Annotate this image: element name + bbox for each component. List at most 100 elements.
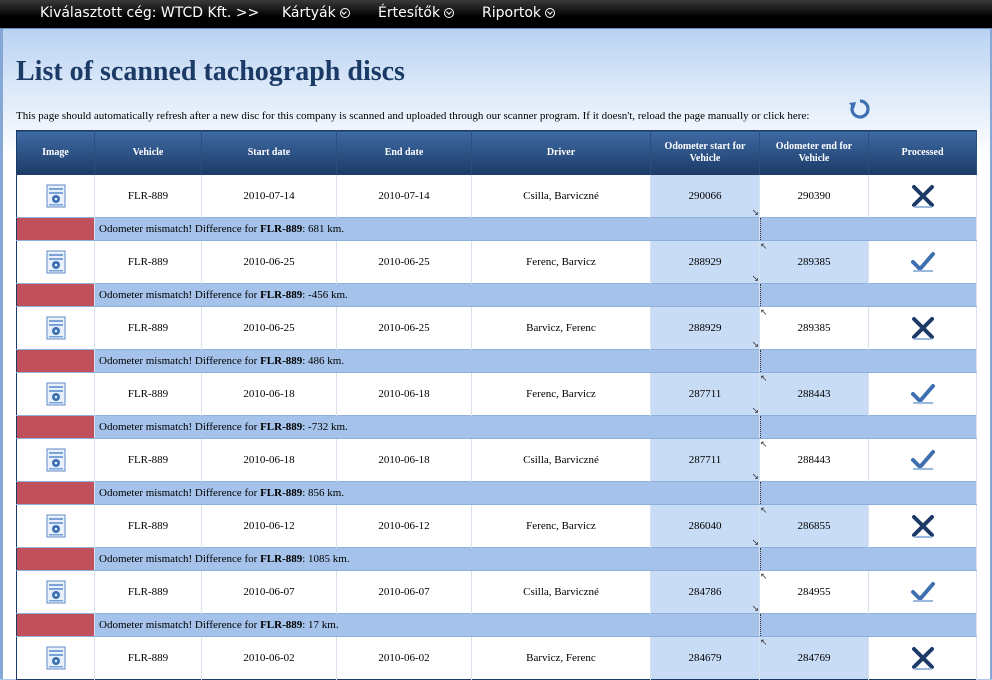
warning-link-cell: [759, 349, 977, 373]
cell-end-date: 2010-07-14: [336, 175, 472, 218]
warning-prefix: Odometer mismatch! Difference for: [99, 223, 261, 235]
warning-link-cell: [759, 547, 977, 571]
discs-table: Image Vehicle Start date End date Driver…: [16, 130, 977, 680]
disc-image-icon[interactable]: [46, 514, 66, 538]
cell-start-date: 2010-06-25: [201, 306, 337, 350]
warning-link-cell: [759, 613, 977, 637]
warning-row: Odometer mismatch! Difference for FLR-88…: [16, 217, 977, 241]
disc-image-icon[interactable]: [46, 580, 66, 604]
cell-start-date: 2010-06-07: [201, 570, 337, 614]
cell-image: [16, 504, 95, 548]
warning-suffix: : 17 km.: [302, 619, 339, 631]
odometer-link-line: [760, 350, 761, 372]
warning-link-cell: [759, 217, 977, 241]
nav-notifications-label: Értesítők: [378, 5, 441, 21]
odometer-link-line: [760, 284, 761, 306]
warning-message: Odometer mismatch! Difference for FLR-88…: [94, 349, 760, 373]
nav-company-selector[interactable]: Kiválasztott cég: WTCD Kft. >>: [40, 0, 259, 28]
table-row: FLR-889 2010-06-18 2010-06-18 Ferenc, Barvi…: [16, 372, 977, 416]
cell-image: [16, 438, 95, 482]
warning-flag: [16, 217, 95, 241]
arrow-down-icon: ↘: [751, 273, 759, 283]
warning-flag: [16, 349, 95, 373]
warning-row: Odometer mismatch! Difference for FLR-88…: [16, 349, 977, 373]
cell-processed: [868, 240, 977, 284]
cell-processed: [868, 306, 977, 350]
refresh-icon[interactable]: [848, 97, 872, 121]
nav-reports-menu[interactable]: Riportok: [482, 0, 555, 28]
cell-vehicle: FLR-889: [94, 504, 202, 548]
warning-suffix: : 681 km.: [302, 223, 345, 235]
arrow-down-icon: ↘: [751, 471, 759, 481]
warning-message: Odometer mismatch! Difference for FLR-88…: [94, 415, 760, 439]
warning-row: Odometer mismatch! Difference for FLR-88…: [16, 481, 977, 505]
warning-vehicle: FLR-889: [260, 289, 303, 301]
odometer-end-value: 288443: [797, 388, 831, 400]
cell-start-date: 2010-06-12: [201, 504, 337, 548]
header-start-date[interactable]: Start date: [201, 130, 337, 175]
warning-link-cell: [759, 415, 977, 439]
table-row: FLR-889 2010-06-25 2010-06-25 Ferenc, Barvi…: [16, 240, 977, 284]
header-odometer-end[interactable]: Odometer end for Vehicle: [759, 130, 869, 175]
disc-image-icon[interactable]: [46, 316, 66, 340]
nav-notifications-menu[interactable]: Értesítők: [378, 0, 455, 28]
arrow-down-icon: ↘: [751, 603, 759, 613]
odometer-start-value: 287711: [688, 454, 722, 466]
header-driver[interactable]: Driver: [471, 130, 651, 175]
arrow-down-icon: ↘: [751, 207, 759, 217]
odometer-end-value: 289385: [797, 322, 831, 334]
odometer-end-value: 288443: [797, 454, 831, 466]
header-processed[interactable]: Processed: [868, 130, 977, 175]
cell-vehicle: FLR-889: [94, 438, 202, 482]
checkmark-icon[interactable]: [910, 579, 936, 605]
cross-icon[interactable]: [910, 513, 936, 539]
cell-start-date: 2010-06-02: [201, 636, 337, 680]
cell-driver: Ferenc, Barvicz: [471, 504, 651, 548]
header-vehicle[interactable]: Vehicle: [94, 130, 202, 175]
warning-flag: [16, 283, 95, 307]
header-end-date[interactable]: End date: [336, 130, 472, 175]
odometer-start-value: 284786: [688, 586, 722, 598]
cell-driver: Barvicz, Ferenc: [471, 636, 651, 680]
odometer-link-line: [760, 548, 761, 570]
warning-flag: [16, 415, 95, 439]
odometer-end-value: 289385: [797, 256, 831, 268]
warning-vehicle: FLR-889: [260, 355, 303, 367]
cell-driver: Csilla, Barviczné: [471, 438, 651, 482]
disc-image-icon[interactable]: [46, 448, 66, 472]
left-border: [0, 29, 3, 679]
cell-start-date: 2010-06-18: [201, 372, 337, 416]
arrow-up-icon: ↖: [760, 241, 768, 251]
checkmark-icon[interactable]: [910, 249, 936, 275]
table-row: FLR-889 2010-06-02 2010-06-02 Barvicz, Fere…: [16, 636, 977, 680]
cell-driver: Csilla, Barviczné: [471, 175, 651, 218]
header-odometer-start[interactable]: Odometer start for Vehicle: [650, 130, 760, 175]
cross-icon[interactable]: [910, 315, 936, 341]
odometer-link-line: [760, 218, 761, 240]
checkmark-icon[interactable]: [910, 381, 936, 407]
odometer-start-value: 288929: [688, 256, 722, 268]
checkmark-icon[interactable]: [910, 447, 936, 473]
odometer-end-value: 284769: [797, 652, 831, 664]
arrow-up-icon: ↖: [760, 505, 768, 515]
disc-image-icon[interactable]: [46, 646, 66, 670]
disc-image-icon[interactable]: [46, 250, 66, 274]
cell-odometer-start: 288929 ↘: [650, 240, 760, 284]
odometer-start-value: 286040: [688, 520, 722, 532]
disc-image-icon[interactable]: [46, 184, 66, 208]
cell-odometer-start: 284786 ↘: [650, 570, 760, 614]
odometer-start-value: 290066: [688, 190, 722, 202]
warning-prefix: Odometer mismatch! Difference for: [99, 487, 261, 499]
cross-icon[interactable]: [910, 645, 936, 671]
arrow-down-icon: ↘: [751, 405, 759, 415]
cell-end-date: 2010-06-12: [336, 504, 472, 548]
cell-odometer-end: 284769 ↖: [759, 636, 869, 680]
warning-row: Odometer mismatch! Difference for FLR-88…: [16, 547, 977, 571]
cross-icon[interactable]: [910, 183, 936, 209]
nav-cards-menu[interactable]: Kártyák: [282, 0, 350, 28]
disc-image-icon[interactable]: [46, 382, 66, 406]
header-image[interactable]: Image: [16, 130, 95, 175]
cell-odometer-start: 290066 ↘: [650, 175, 760, 218]
warning-vehicle: FLR-889: [260, 487, 303, 499]
warning-message: Odometer mismatch! Difference for FLR-88…: [94, 283, 760, 307]
